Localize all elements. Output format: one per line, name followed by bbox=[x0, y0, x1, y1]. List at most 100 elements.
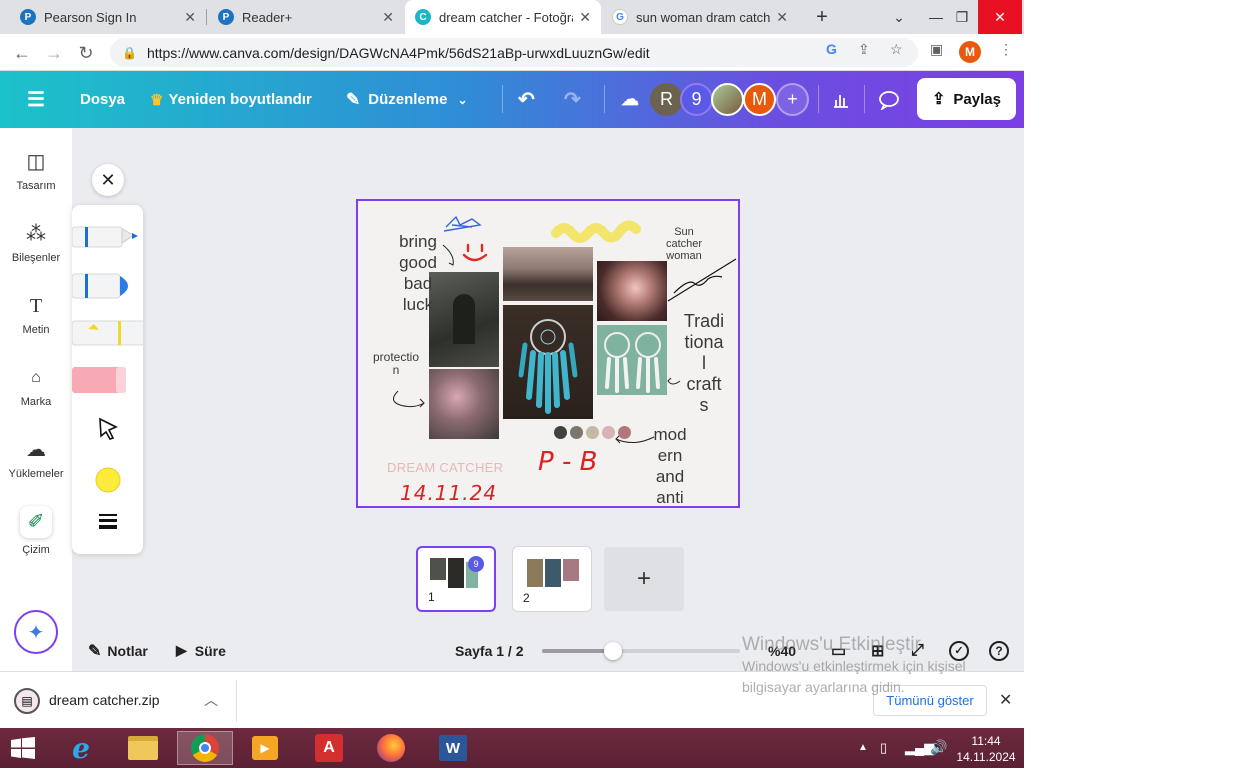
tab-search-icon[interactable]: ⌄ bbox=[883, 0, 915, 34]
color-swatch[interactable] bbox=[95, 467, 121, 493]
sidebar-item-draw[interactable]: ✐ Çizim bbox=[0, 506, 72, 556]
restore-icon[interactable]: ❐ bbox=[946, 0, 978, 34]
forward-arrow-icon[interactable]: → bbox=[42, 41, 66, 65]
handwritten-initials[interactable]: P - B bbox=[538, 447, 597, 477]
page-thumbnail-1[interactable]: 9 1 bbox=[416, 546, 496, 612]
stroke-weight-icon[interactable] bbox=[99, 514, 117, 529]
protection-text[interactable]: protectio n bbox=[368, 351, 424, 377]
page-thumbnail-2[interactable]: 2 bbox=[512, 546, 592, 612]
close-download-shelf-icon[interactable]: ✕ bbox=[999, 690, 1012, 710]
design-page[interactable]: bring good bad luck Sun catcher woman Tr… bbox=[356, 199, 740, 508]
google-lens-icon[interactable]: G bbox=[826, 41, 837, 57]
page-indicator[interactable]: Sayfa 1 / 2 bbox=[455, 630, 524, 671]
text-line: bring bbox=[399, 232, 437, 251]
comment-icon[interactable] bbox=[876, 71, 902, 128]
page-number: 1 bbox=[428, 590, 435, 604]
draw-tools-panel bbox=[71, 205, 156, 554]
magic-sparkle-icon[interactable]: ✦ bbox=[14, 610, 58, 654]
brand-icon: ⌂ bbox=[31, 369, 41, 386]
close-draw-panel-button[interactable]: ✕ bbox=[92, 164, 124, 196]
sidebar-item-text[interactable]: T Metin bbox=[0, 294, 72, 336]
sun-catcher-woman-text[interactable]: Sun catcher woman bbox=[658, 226, 710, 262]
highlighter-tool[interactable] bbox=[71, 320, 156, 346]
invite-button[interactable]: + bbox=[776, 83, 809, 116]
download-file-name[interactable]: dream catcher.zip bbox=[49, 692, 160, 708]
sidebar-item-brand[interactable]: ⌂ Marka bbox=[0, 366, 72, 408]
zoom-slider-handle[interactable] bbox=[604, 642, 622, 660]
share-button[interactable]: ⇪ Paylaş bbox=[917, 78, 1016, 120]
zoom-slider-track[interactable] bbox=[542, 642, 740, 660]
chevron-up-icon[interactable]: ︿ bbox=[204, 690, 218, 710]
help-button[interactable]: ? bbox=[989, 630, 1009, 671]
tab-google-search[interactable]: G sun woman dram catcher ✕ bbox=[602, 0, 798, 34]
close-icon[interactable]: ✕ bbox=[382, 9, 394, 26]
media-player-icon[interactable]: ▶ bbox=[244, 731, 286, 765]
side-panel-icon[interactable]: ▣ bbox=[930, 41, 943, 58]
tab-pearson[interactable]: P Pearson Sign In ✕ bbox=[10, 0, 206, 34]
tab-title: dream catcher - Fotoğraf bbox=[439, 9, 574, 25]
handwritten-date[interactable]: 14.11.24 bbox=[400, 481, 497, 505]
edit-mode-label: Düzenleme bbox=[368, 91, 448, 108]
close-icon[interactable]: ✕ bbox=[184, 9, 196, 26]
close-icon[interactable]: ✕ bbox=[579, 9, 591, 26]
canva-header: ☰ Dosya ♛ Yeniden boyutlandır ✎ Düzenlem… bbox=[0, 71, 1024, 128]
collaborator-avatar-m[interactable]: M bbox=[743, 83, 776, 116]
collaborator-photo-avatar[interactable] bbox=[711, 83, 744, 116]
insights-icon[interactable] bbox=[828, 71, 854, 128]
firefox-icon[interactable] bbox=[370, 731, 412, 765]
bring-good-bad-luck-text[interactable]: bring good bad luck bbox=[394, 231, 442, 315]
word-icon[interactable]: W bbox=[432, 731, 474, 765]
marker-tool[interactable] bbox=[71, 273, 128, 299]
tab-reader[interactable]: P Reader+ ✕ bbox=[208, 0, 404, 34]
sidebar-item-design[interactable]: ◫ Tasarım bbox=[0, 150, 72, 192]
select-arrow-icon[interactable] bbox=[99, 417, 118, 440]
timer-label: Süre bbox=[194, 642, 226, 659]
sidebar-item-uploads[interactable]: ☁ Yüklemeler bbox=[0, 438, 72, 480]
url-bar[interactable]: 🔒 https://www.canva.com/design/DAGWcNA4P… bbox=[110, 38, 918, 67]
file-explorer-icon[interactable] bbox=[122, 731, 164, 765]
tab-title: Pearson Sign In bbox=[44, 9, 137, 25]
close-icon[interactable]: ✕ bbox=[776, 9, 788, 26]
volume-icon[interactable]: 🔊 bbox=[930, 739, 947, 756]
collaborator-avatar-r[interactable]: R bbox=[650, 83, 683, 116]
tray-expand-icon[interactable]: ▲ bbox=[858, 742, 868, 753]
traditional-crafts-text[interactable]: Tradi tiona l craft s bbox=[676, 311, 732, 416]
header-divider bbox=[864, 85, 865, 113]
new-tab-button[interactable]: + bbox=[806, 0, 838, 34]
modern-and-anti-text[interactable]: mod ern and anti bbox=[646, 424, 694, 508]
internet-explorer-icon[interactable]: e bbox=[60, 731, 102, 765]
cloud-save-icon[interactable]: ☁ bbox=[621, 71, 639, 128]
tab-canva-active[interactable]: C dream catcher - Fotoğraf ✕ bbox=[405, 0, 601, 34]
resize-button[interactable]: ♛ Yeniden boyutlandır bbox=[150, 71, 312, 128]
taskbar-clock[interactable]: 11:44 14.11.2024 bbox=[956, 733, 1016, 765]
add-page-button[interactable]: + bbox=[604, 547, 684, 611]
chrome-icon[interactable] bbox=[177, 731, 233, 765]
undo-icon[interactable]: ↶ bbox=[518, 71, 535, 128]
file-menu-button[interactable]: Dosya bbox=[80, 71, 125, 128]
profile-avatar[interactable]: M bbox=[959, 41, 981, 63]
tray-device-icon[interactable]: ▯ bbox=[880, 740, 887, 756]
back-arrow-icon[interactable]: ← bbox=[10, 41, 34, 65]
hamburger-menu-icon[interactable]: ☰ bbox=[27, 71, 45, 128]
edit-mode-button[interactable]: ✎ Düzenleme ⌄ bbox=[346, 71, 468, 128]
dream-catcher-title[interactable]: DREAM CATCHER bbox=[387, 460, 503, 475]
collaborator-count[interactable]: 9 bbox=[680, 83, 713, 116]
window-close-icon[interactable]: ✕ bbox=[978, 0, 1022, 34]
protection-arrow-doodle bbox=[393, 390, 425, 408]
bookmark-star-icon[interactable]: ☆ bbox=[890, 41, 903, 58]
timer-button[interactable]: ▶ Süre bbox=[176, 630, 226, 671]
windows-start-icon[interactable] bbox=[2, 731, 44, 765]
share-page-icon[interactable]: ⇪ bbox=[858, 41, 870, 58]
address-bar-row: ← → ↻ 🔒 https://www.canva.com/design/DAG… bbox=[0, 34, 1024, 71]
redo-icon[interactable]: ↷ bbox=[564, 71, 581, 128]
yellow-scribble bbox=[551, 220, 641, 243]
pdf-reader-icon[interactable]: A bbox=[308, 731, 350, 765]
sidebar-item-elements[interactable]: ⁂ Bileşenler bbox=[0, 222, 72, 264]
reload-icon[interactable]: ↻ bbox=[74, 41, 98, 65]
activation-watermark-line2: bilgisayar ayarlarına gidin. bbox=[742, 679, 905, 695]
eraser-tool[interactable] bbox=[72, 367, 126, 393]
browser-menu-icon[interactable]: ⋮ bbox=[999, 41, 1013, 58]
pen-tool[interactable] bbox=[71, 226, 138, 248]
download-divider bbox=[236, 680, 237, 722]
notes-button[interactable]: ✎ Notlar bbox=[88, 630, 148, 671]
